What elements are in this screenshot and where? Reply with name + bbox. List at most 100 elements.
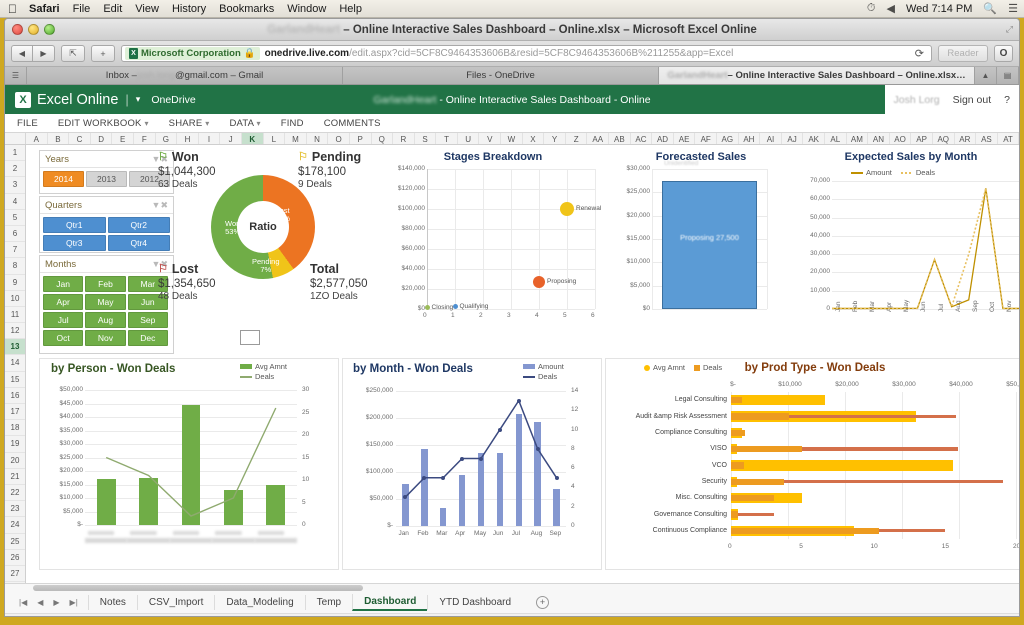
- column-header-q[interactable]: Q: [372, 133, 394, 144]
- slicer-item-oct[interactable]: Oct: [43, 330, 84, 346]
- column-header-at[interactable]: AT: [998, 133, 1019, 144]
- slicer-item-qtr2[interactable]: Qtr2: [107, 217, 170, 233]
- column-header-r[interactable]: R: [393, 133, 415, 144]
- forward-button[interactable]: ▶: [33, 45, 55, 62]
- column-header-af[interactable]: AF: [695, 133, 717, 144]
- column-header-l[interactable]: L: [264, 133, 286, 144]
- column-header-j[interactable]: J: [220, 133, 242, 144]
- slicer-item-apr[interactable]: Apr: [43, 294, 84, 310]
- menu-bookmarks[interactable]: Bookmarks: [219, 3, 274, 15]
- tab-scroll-up-button[interactable]: ▲: [975, 67, 997, 84]
- column-header-ar[interactable]: AR: [955, 133, 977, 144]
- row-header-19[interactable]: 19: [5, 436, 25, 453]
- column-header-b[interactable]: B: [48, 133, 70, 144]
- column-header-p[interactable]: P: [350, 133, 372, 144]
- slicer-item-dec[interactable]: Dec: [127, 330, 168, 346]
- column-header-z[interactable]: Z: [566, 133, 588, 144]
- row-header-1[interactable]: 1: [5, 145, 25, 162]
- empty-cell-box[interactable]: [240, 330, 260, 345]
- column-header-o[interactable]: O: [328, 133, 350, 144]
- menubar-clock[interactable]: Wed 7:14 PM: [906, 3, 972, 15]
- column-header-ab[interactable]: AB: [609, 133, 631, 144]
- row-header-2[interactable]: 2: [5, 161, 25, 178]
- select-all-corner[interactable]: [5, 133, 26, 144]
- row-header-4[interactable]: 4: [5, 194, 25, 210]
- sheet-nav-first[interactable]: |◀: [19, 598, 27, 607]
- row-header-10[interactable]: 10: [5, 291, 25, 307]
- reader-button[interactable]: Reader: [938, 45, 988, 62]
- row-header-9[interactable]: 9: [5, 275, 25, 291]
- column-header-m[interactable]: M: [285, 133, 307, 144]
- volume-icon[interactable]: ◀: [887, 2, 895, 15]
- window-controls[interactable]: [12, 24, 55, 35]
- column-header-n[interactable]: N: [307, 133, 329, 144]
- ribbon-item-edit-workbook[interactable]: EDIT WORKBOOK ▾: [58, 118, 149, 129]
- column-header-v[interactable]: V: [479, 133, 502, 144]
- tab-overview-button[interactable]: ☰: [5, 67, 27, 84]
- reload-icon[interactable]: ⟳: [911, 47, 928, 60]
- column-header-x[interactable]: X: [523, 133, 545, 144]
- ribbon-item-comments[interactable]: COMMENTS: [324, 118, 381, 129]
- column-header-aj[interactable]: AJ: [782, 133, 804, 144]
- minimize-icon[interactable]: [28, 24, 39, 35]
- row-header-7[interactable]: 7: [5, 242, 25, 259]
- slicer-item-qtr4[interactable]: Qtr4: [107, 235, 170, 251]
- menu-help[interactable]: Help: [339, 3, 362, 15]
- browser-tab-gmail[interactable]: Inbox – josh.long @gmail.com – Gmail: [27, 67, 343, 84]
- column-header-c[interactable]: C: [69, 133, 91, 144]
- menu-file[interactable]: File: [73, 3, 91, 15]
- sheet-nav-last[interactable]: ▶|: [70, 598, 78, 607]
- fullscreen-icon[interactable]: ⤢: [1006, 24, 1013, 35]
- help-icon[interactable]: ?: [1004, 94, 1010, 106]
- row-header-17[interactable]: 17: [5, 404, 25, 421]
- row-header-20[interactable]: 20: [5, 453, 25, 469]
- ribbon-item-share[interactable]: SHARE ▾: [169, 118, 210, 129]
- column-header-i[interactable]: I: [199, 133, 221, 144]
- share-icon[interactable]: ⇱: [61, 45, 85, 62]
- row-header-8[interactable]: 8: [5, 258, 25, 275]
- row-header-12[interactable]: 12: [5, 323, 25, 340]
- column-header-ao[interactable]: AO: [890, 133, 912, 144]
- slicer-years[interactable]: Years ▼✖ 2014 2013 2012: [39, 150, 174, 194]
- menu-view[interactable]: View: [135, 3, 159, 15]
- column-header-ai[interactable]: AI: [760, 133, 782, 144]
- search-icon[interactable]: 🔍: [983, 2, 997, 15]
- sheet-tab-notes[interactable]: Notes: [87, 594, 137, 610]
- column-header-ah[interactable]: AH: [739, 133, 761, 144]
- column-header-d[interactable]: D: [91, 133, 113, 144]
- user-name[interactable]: Josh Lorg: [894, 94, 940, 106]
- column-header-a[interactable]: A: [26, 133, 48, 144]
- row-header-16[interactable]: 16: [5, 388, 25, 404]
- help-improve-office-link[interactable]: HELP IMPROVE OFFICE: [922, 616, 1013, 617]
- column-header-ac[interactable]: AC: [631, 133, 653, 144]
- slicer-item-jan[interactable]: Jan: [43, 276, 84, 292]
- apple-logo-icon[interactable]: : [8, 2, 17, 16]
- column-header-k[interactable]: K: [241, 133, 264, 144]
- column-header-as[interactable]: AS: [976, 133, 998, 144]
- close-icon[interactable]: [12, 24, 23, 35]
- column-header-ap[interactable]: AP: [911, 133, 933, 144]
- slicer-item-aug[interactable]: Aug: [85, 312, 126, 328]
- row-header-24[interactable]: 24: [5, 517, 25, 534]
- sheet-tab-dashboard[interactable]: Dashboard: [352, 593, 428, 611]
- ribbon-item-file[interactable]: FILE: [17, 118, 38, 129]
- sheet-nav-arrows[interactable]: |◀ ◀ ▶ ▶|: [9, 598, 88, 607]
- row-header-13[interactable]: 13: [5, 339, 25, 356]
- column-header-ak[interactable]: AK: [803, 133, 825, 144]
- column-header-s[interactable]: S: [415, 133, 437, 144]
- row-header-25[interactable]: 25: [5, 534, 25, 550]
- menu-history[interactable]: History: [172, 3, 206, 15]
- sheet-tab-csv-import[interactable]: CSV_Import: [136, 594, 214, 610]
- ribbon-item-data[interactable]: DATA ▾: [229, 118, 260, 129]
- row-header-11[interactable]: 11: [5, 307, 25, 324]
- column-header-y[interactable]: Y: [544, 133, 566, 144]
- column-header-g[interactable]: G: [156, 133, 178, 144]
- browser-tab-onedrive[interactable]: Files - OneDrive: [343, 67, 659, 84]
- menu-edit[interactable]: Edit: [103, 3, 122, 15]
- slicer-months[interactable]: Months ▼✖ Jan Feb Mar Apr May Jun Jul Aug Sep Oct…: [39, 255, 174, 354]
- sheet-nav-prev[interactable]: ◀: [37, 598, 43, 607]
- address-bar[interactable]: X Microsoft Corporation 🔒 onedrive.live.…: [121, 45, 932, 62]
- slicer-item-feb[interactable]: Feb: [85, 276, 126, 292]
- column-header-u[interactable]: U: [458, 133, 480, 144]
- column-header-ae[interactable]: AE: [674, 133, 696, 144]
